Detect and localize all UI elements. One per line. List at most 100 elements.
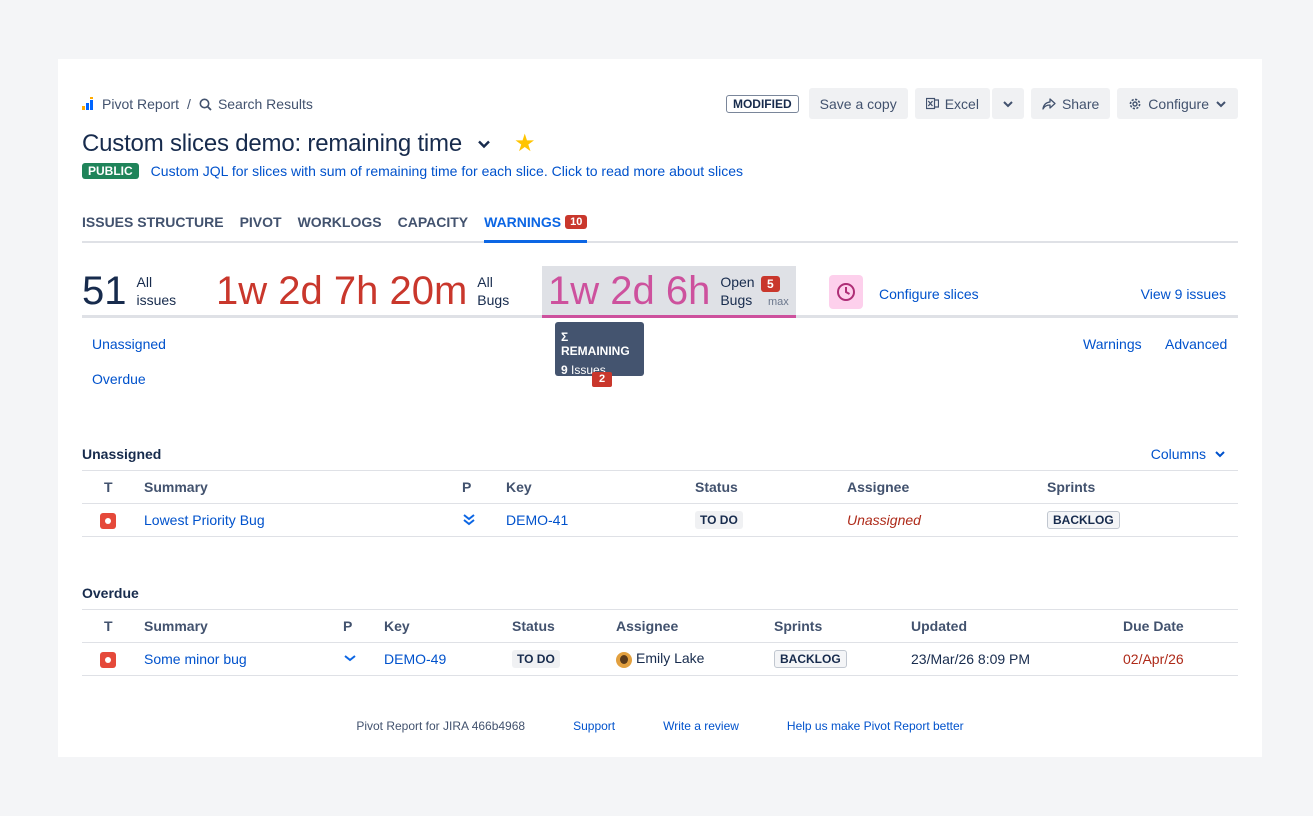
column-header[interactable]: Sprints xyxy=(774,609,911,643)
pivot-report-logo-icon xyxy=(82,97,93,110)
column-header[interactable]: Updated xyxy=(911,609,1123,643)
tab-pivot[interactable]: PIVOT xyxy=(240,214,282,243)
column-header[interactable]: Assignee xyxy=(616,609,774,643)
column-header[interactable]: Key xyxy=(506,470,695,504)
excel-button[interactable]: Excel xyxy=(914,88,990,119)
tab-capacity[interactable]: CAPACITY xyxy=(398,214,469,243)
footer-support-link[interactable]: Support xyxy=(573,719,615,733)
save-copy-label: Save a copy xyxy=(819,95,897,112)
subnav-warnings-link[interactable]: Warnings xyxy=(1083,336,1142,352)
footer-feedback-link[interactable]: Help us make Pivot Report better xyxy=(787,719,964,733)
remaining-tooltip: Σ REMAINING 9 Issues xyxy=(555,322,644,377)
excel-button-group: Excel xyxy=(914,88,1024,119)
slice-all-bugs[interactable]: 1w 2d 7h 20m All Bugs xyxy=(216,266,509,315)
toolbar: MODIFIED Save a copy Excel Share Configu… xyxy=(725,88,1238,119)
report-panel: Pivot Report / Search Results MODIFIED S… xyxy=(58,59,1262,757)
priority-lowest-icon xyxy=(463,513,475,525)
share-label: Share xyxy=(1061,95,1100,112)
share-button[interactable]: Share xyxy=(1030,88,1111,119)
issue-summary-link[interactable]: Lowest Priority Bug xyxy=(144,512,265,528)
column-header[interactable]: Key xyxy=(384,609,512,643)
sprint-lozenge: BACKLOG xyxy=(774,650,847,668)
priority-low-icon xyxy=(344,654,356,661)
report-description-row: PUBLIC Custom JQL for slices with sum of… xyxy=(82,163,743,179)
table-header-row: T Summary P Key Status Assignee Sprints … xyxy=(82,609,1238,643)
subnav-unassigned-link[interactable]: Unassigned xyxy=(92,336,166,352)
report-description-link[interactable]: Custom JQL for slices with sum of remain… xyxy=(151,163,743,179)
table-row: Some minor bug DEMO-49 TO DO Emily Lake … xyxy=(82,642,1238,676)
column-header[interactable]: Due Date xyxy=(1123,609,1238,643)
excel-label: Excel xyxy=(944,95,979,112)
chevron-down-icon xyxy=(1003,100,1013,107)
avatar xyxy=(616,651,632,668)
assignee-value: Unassigned xyxy=(847,512,921,528)
title-chevron-down-icon[interactable] xyxy=(476,136,492,152)
tab-label: PIVOT xyxy=(239,214,282,230)
slice-open-bugs[interactable]: 1w 2d 6h Open Bugs 5 max xyxy=(542,266,796,318)
status-lozenge: TO DO xyxy=(695,511,743,529)
tab-worklogs[interactable]: WORKLOGS xyxy=(298,214,382,243)
column-header[interactable]: Status xyxy=(695,470,847,504)
view-issues-link[interactable]: View 9 issues xyxy=(1141,286,1226,302)
report-tabs: ISSUES STRUCTURE PIVOT WORKLOGS CAPACITY… xyxy=(82,214,1238,243)
breadcrumb-app-link[interactable]: Pivot Report xyxy=(102,96,179,112)
subnav-overdue-link[interactable]: Overdue xyxy=(92,371,146,387)
clock-icon[interactable] xyxy=(829,275,863,309)
column-header[interactable]: Summary xyxy=(144,609,343,643)
column-header[interactable]: P xyxy=(343,609,384,643)
gear-icon xyxy=(1129,98,1141,109)
chevron-down-icon xyxy=(1215,451,1225,458)
search-icon xyxy=(199,98,212,111)
excel-dropdown-button[interactable] xyxy=(991,88,1024,119)
configure-button[interactable]: Configure xyxy=(1117,88,1238,119)
chevron-down-icon xyxy=(1216,100,1226,107)
column-header[interactable]: Summary xyxy=(144,470,462,504)
overdue-table: T Summary P Key Status Assignee Sprints … xyxy=(82,609,1238,676)
column-header[interactable]: T xyxy=(82,609,144,643)
breadcrumb-search-results-link[interactable]: Search Results xyxy=(218,96,313,112)
footer-review-link[interactable]: Write a review xyxy=(663,719,739,733)
warnings-count-badge: 10 xyxy=(565,215,588,229)
table-row: Lowest Priority Bug DEMO-41 TO DO Unassi… xyxy=(82,503,1238,537)
updated-value: 23/Mar/26 8:09 PM xyxy=(911,651,1031,667)
breadcrumb: Pivot Report / Search Results xyxy=(82,96,313,112)
excel-icon xyxy=(925,97,939,110)
bug-icon xyxy=(100,651,116,668)
footer: Pivot Report for JIRA 466b4968 Support W… xyxy=(58,719,1262,733)
public-badge: PUBLIC xyxy=(82,163,139,179)
column-header[interactable]: Assignee xyxy=(847,470,1047,504)
slice-value: 1w 2d 7h 20m xyxy=(216,268,468,313)
tooltip-title: Σ REMAINING xyxy=(561,330,630,358)
columns-label: Columns xyxy=(1150,446,1206,462)
tab-warnings[interactable]: WARNINGS 10 xyxy=(484,214,588,243)
report-title-row: Custom slices demo: remaining time ★ xyxy=(82,129,536,158)
slices-bar: 51 All issues 1w 2d 7h 20m All Bugs 1w 2… xyxy=(82,266,1238,318)
subnav-advanced-link[interactable]: Advanced xyxy=(1165,336,1227,352)
column-header[interactable]: Status xyxy=(512,609,616,643)
status-lozenge: TO DO xyxy=(512,650,560,668)
configure-slices-link[interactable]: Configure slices xyxy=(879,286,979,302)
slice-label: All Bugs xyxy=(477,273,510,308)
column-header[interactable]: Sprints xyxy=(1047,470,1238,504)
max-label: max xyxy=(768,296,789,308)
column-header[interactable]: T xyxy=(82,470,144,504)
sprint-lozenge: BACKLOG xyxy=(1047,511,1120,529)
save-copy-button[interactable]: Save a copy xyxy=(808,88,908,119)
tab-issues-structure[interactable]: ISSUES STRUCTURE xyxy=(82,214,224,243)
issue-key-link[interactable]: DEMO-49 xyxy=(384,651,446,667)
tab-label: ISSUES STRUCTURE xyxy=(82,214,224,230)
tab-label: WARNINGS xyxy=(484,214,562,230)
unassigned-section-title: Unassigned xyxy=(82,446,162,462)
modified-badge: MODIFIED xyxy=(725,94,799,113)
footer-version: Pivot Report for JIRA 466b4968 xyxy=(356,719,526,733)
slice-all-issues[interactable]: 51 All issues xyxy=(82,266,176,315)
favorite-star-icon[interactable]: ★ xyxy=(514,129,536,158)
slice-value: 1w 2d 6h xyxy=(548,268,711,313)
columns-button[interactable]: Columns xyxy=(1151,446,1226,462)
slice-label: Open Bugs xyxy=(720,273,755,308)
issue-summary-link[interactable]: Some minor bug xyxy=(144,651,247,667)
slice-value: 51 xyxy=(82,268,127,313)
page-title: Custom slices demo: remaining time xyxy=(82,129,463,157)
column-header[interactable]: P xyxy=(462,470,506,504)
issue-key-link[interactable]: DEMO-41 xyxy=(506,512,568,528)
